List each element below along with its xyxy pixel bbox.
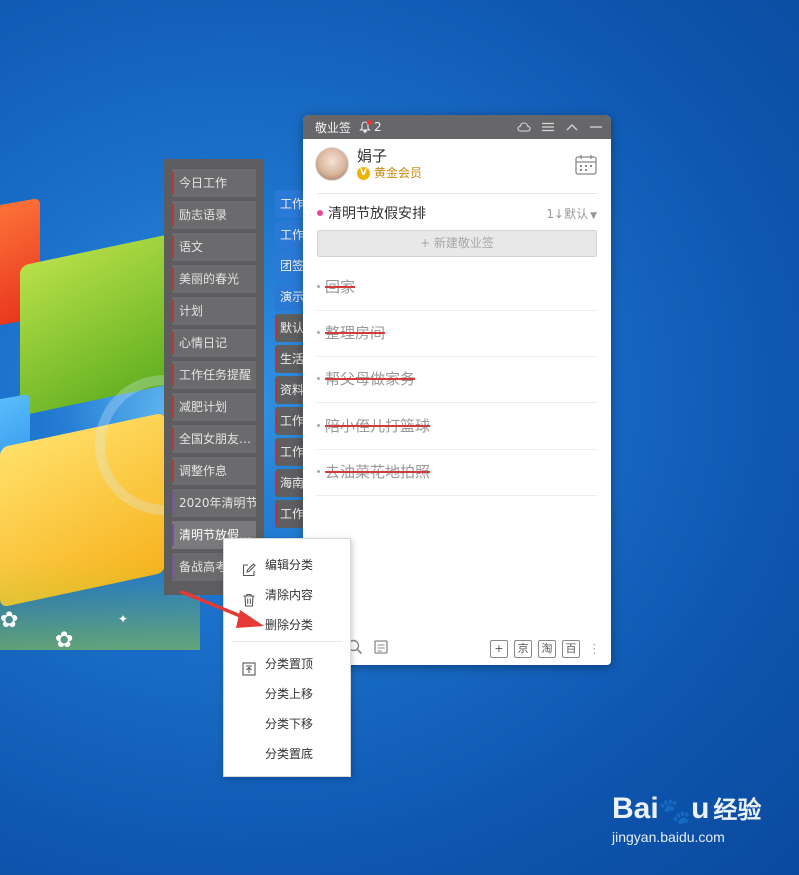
menu-item-move-bottom[interactable]: 分类置底	[224, 739, 350, 769]
menu-item-move-top[interactable]: 分类置顶	[224, 649, 350, 679]
category-sidebar: 今日工作 励志语录 语文 美丽的春光 计划 心情日记 工作任务提醒 减肥计划 全…	[164, 159, 264, 595]
todo-item[interactable]: 帮父母做家务	[317, 357, 597, 403]
cloud-sync-icon[interactable]	[517, 120, 531, 134]
category-item[interactable]: 心情日记	[172, 329, 256, 357]
app-title: 敬业签	[315, 120, 352, 135]
notification-dot	[367, 120, 373, 125]
bullet-icon	[317, 331, 320, 334]
jd-shortcut-button[interactable]: 京	[514, 640, 532, 658]
bullet-icon	[317, 470, 320, 473]
category-item[interactable]: 调整作息	[172, 457, 256, 485]
menu-separator	[232, 641, 342, 642]
category-item[interactable]: 励志语录	[172, 201, 256, 229]
bullet-icon	[317, 285, 320, 288]
reminder-count: 2	[374, 120, 382, 134]
membership-label: 黄金会员	[374, 166, 423, 180]
username: 娟子	[357, 147, 388, 165]
todo-item[interactable]: 回家	[317, 265, 597, 311]
todo-text: 整理房间	[325, 324, 386, 342]
user-profile[interactable]: 娟子 V 黄金会员	[315, 147, 422, 181]
watermark-cn: 经验	[713, 796, 762, 824]
todo-item[interactable]: 去油菜花地拍照	[317, 450, 597, 496]
list-header: 清明节放假安排 1↓默认 ▼	[317, 203, 597, 223]
category-item[interactable]: 全国女朋友…	[172, 425, 256, 453]
calendar-icon[interactable]	[575, 154, 597, 175]
avatar[interactable]	[315, 147, 349, 181]
new-note-button[interactable]: + 新建敬业签	[317, 230, 597, 257]
title-bar[interactable]: 敬业签 2	[303, 115, 611, 139]
sort-dropdown[interactable]: 1↓默认 ▼	[546, 205, 597, 222]
paw-icon: 🐾	[658, 797, 692, 827]
baidu-shortcut-button[interactable]: 百	[562, 640, 580, 658]
flower-icon: ✿	[0, 608, 19, 633]
watermark-logo-tail: u	[691, 792, 710, 825]
list-title: 清明节放假安排	[328, 206, 426, 222]
baidu-watermark: Bai🐾u 经验 jingyan.baidu.com	[612, 790, 782, 860]
bullet-icon	[317, 424, 320, 427]
category-item[interactable]: 美丽的春光	[172, 265, 256, 293]
caret-down-icon: ▼	[590, 210, 597, 221]
menu-item-move-up[interactable]: 分类上移	[224, 679, 350, 709]
add-icon[interactable]: +	[490, 640, 508, 658]
sort-label: 1↓默认	[546, 206, 589, 221]
menu-item-label: 编辑分类	[265, 558, 314, 572]
menu-item-edit-category[interactable]: 编辑分类	[224, 550, 350, 580]
menu-item-label: 分类下移	[265, 717, 314, 731]
todo-item[interactable]: 整理房间	[317, 311, 597, 357]
flower-icon: ✿	[55, 628, 74, 653]
collapse-icon[interactable]	[565, 120, 579, 134]
category-item[interactable]: 工作任务提醒	[172, 361, 256, 389]
category-item[interactable]: 计划	[172, 297, 256, 325]
todo-text: 帮父母做家务	[325, 370, 416, 388]
bullet-icon	[317, 377, 320, 380]
category-item[interactable]: 2020年清明节	[172, 489, 256, 517]
sparkle-icon: ✦	[118, 612, 129, 626]
memo-icon[interactable]	[373, 639, 389, 659]
edit-icon	[242, 558, 256, 577]
list-color-dot	[317, 210, 323, 216]
category-context-menu: 编辑分类 清除内容 删除分类 分类置顶 分类上移 分类下移 分类置底	[223, 538, 351, 777]
membership-badge: V 黄金会员	[357, 165, 422, 181]
more-icon[interactable]: ⋮	[588, 642, 601, 657]
todo-text: 去油菜花地拍照	[325, 463, 431, 481]
category-item[interactable]: 语文	[172, 233, 256, 261]
move-to-top-icon	[242, 657, 256, 676]
menu-icon[interactable]	[541, 120, 555, 134]
menu-item-move-down[interactable]: 分类下移	[224, 709, 350, 739]
todo-item[interactable]: 陪小侄儿打篮球	[317, 404, 597, 450]
vip-icon: V	[357, 166, 370, 180]
annotation-arrow-icon	[180, 590, 264, 628]
todo-text: 回家	[325, 278, 356, 296]
category-item[interactable]: 减肥计划	[172, 393, 256, 421]
category-item[interactable]: 今日工作	[172, 169, 256, 197]
taobao-shortcut-button[interactable]: 淘	[538, 640, 556, 658]
todo-text: 陪小侄儿打篮球	[325, 417, 431, 435]
menu-item-label: 分类置底	[265, 747, 314, 761]
divider	[317, 193, 597, 194]
watermark-logo: Bai	[612, 792, 659, 825]
minimize-icon[interactable]	[589, 120, 603, 134]
bell-icon[interactable]	[359, 120, 373, 133]
menu-item-label: 分类置顶	[265, 657, 314, 671]
watermark-url: jingyan.baidu.com	[612, 829, 725, 845]
menu-item-label: 分类上移	[265, 687, 314, 701]
